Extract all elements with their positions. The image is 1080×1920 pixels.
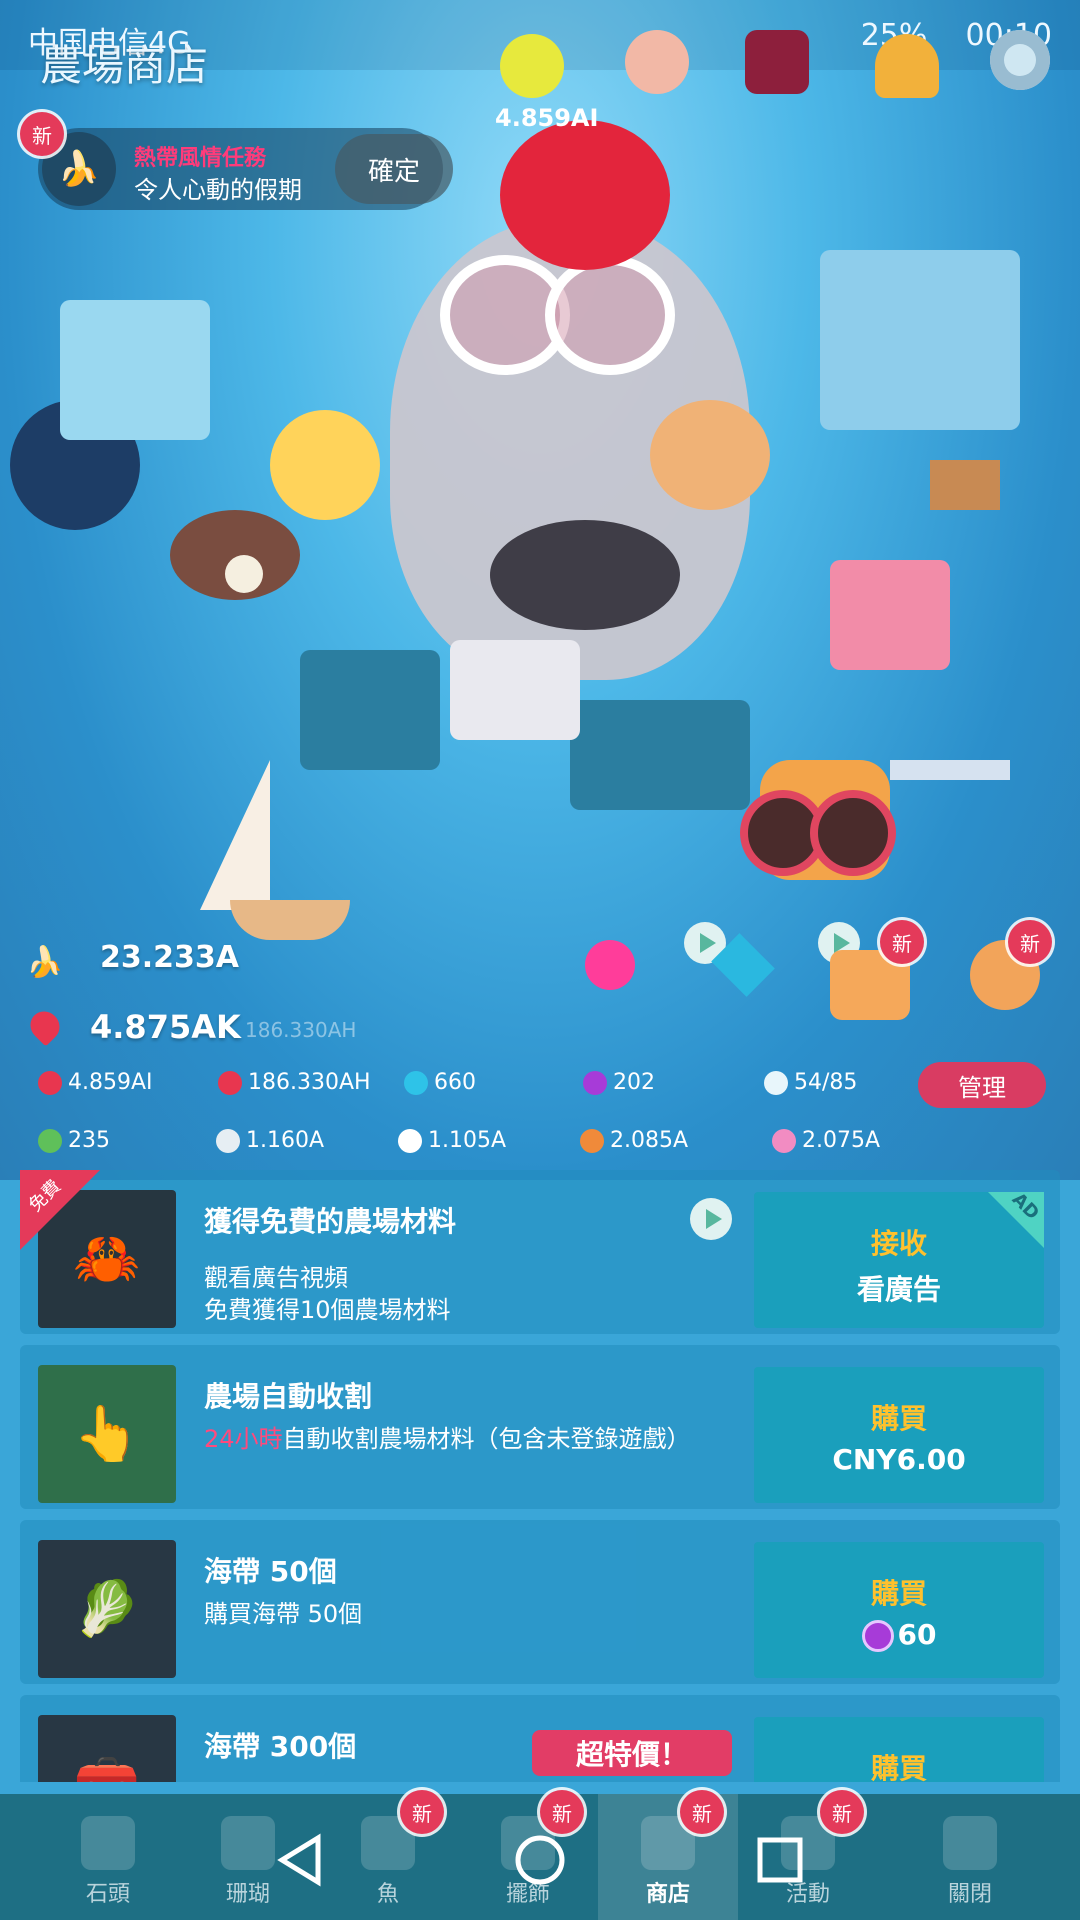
- heart-icon: [38, 1071, 62, 1095]
- coral-icon: [221, 1816, 275, 1870]
- flower-decoration: [270, 410, 380, 520]
- coral-decoration: [570, 700, 750, 810]
- gem-icon: [583, 1071, 607, 1095]
- item-desc: 觀看廣告視頻 免費獲得10個農場材料: [204, 1264, 451, 1324]
- special-price-badge: 超特價！: [532, 1730, 732, 1776]
- pier-decoration: [890, 760, 1010, 780]
- ukulele-decoration: [650, 400, 770, 510]
- seaweed-icon: [38, 1129, 62, 1153]
- shop-list[interactable]: 🦀 免費 獲得免費的農場材料 觀看廣告視頻 免費獲得10個農場材料 接收 看廣告…: [20, 1170, 1060, 1782]
- photo-frame-icon[interactable]: [745, 30, 809, 94]
- stat-urchin: 1.105A: [398, 1128, 506, 1153]
- stat-shell: 1.160A: [216, 1128, 324, 1153]
- sail-decoration: [200, 760, 270, 910]
- hut-decoration: [930, 460, 1000, 510]
- new-badge: 新: [400, 1790, 444, 1834]
- manage-button[interactable]: 管理: [918, 1062, 1046, 1108]
- back-icon[interactable]: [270, 1830, 330, 1890]
- banana-icon: 🍌: [26, 945, 64, 980]
- new-badge: 新: [1008, 920, 1052, 964]
- stat-crab: 2.085A: [580, 1128, 688, 1153]
- urchin-icon: [398, 1129, 422, 1153]
- diamond-icon: [404, 1071, 428, 1095]
- sunglasses-decoration: [545, 255, 675, 375]
- buy-button[interactable]: 購買 60: [754, 1542, 1044, 1678]
- stat-gems: 202: [583, 1070, 655, 1095]
- new-badge: 新: [540, 1790, 584, 1834]
- coral-decoration: [820, 250, 1020, 430]
- play-icon: [690, 1198, 732, 1240]
- new-badge: 新: [880, 920, 924, 964]
- coral-decoration: [60, 300, 210, 440]
- quest-title: 熱帶風情任務: [134, 146, 267, 171]
- shop-item-seaweed-50[interactable]: 🥬 海帶 50個 購買海帶 50個 購買 60: [20, 1520, 1060, 1684]
- stat-diamonds: 660: [404, 1070, 476, 1095]
- stat-hearts: 4.859AI: [38, 1070, 153, 1095]
- crab-icon: [580, 1129, 604, 1153]
- item-desc: 24小時自動收割農場材料（包含未登錄遊戲）: [204, 1425, 691, 1453]
- quest-banner[interactable]: 🍌 熱帶風情任務 令人心動的假期 確定: [38, 128, 453, 210]
- boat-decoration: [230, 900, 350, 940]
- heart-clock-icon: [218, 1071, 242, 1095]
- heart-rate: 186.330AH: [245, 1018, 357, 1042]
- coral-decoration: [300, 650, 440, 770]
- top-icon-bar: [500, 30, 1060, 100]
- auto-harvest-icon: 👆: [38, 1365, 176, 1503]
- sunglasses-decoration: [810, 790, 896, 876]
- friends-avatar-icon[interactable]: [625, 30, 689, 94]
- buy-button[interactable]: 購買 CNY6.00: [754, 1367, 1044, 1503]
- gem-icon: [861, 1620, 894, 1652]
- settings-gear-icon[interactable]: [990, 30, 1050, 90]
- item-name: 海帶 300個: [204, 1730, 357, 1763]
- new-badge: 新: [20, 112, 64, 156]
- treasure-chest-icon: 🧰: [38, 1715, 176, 1782]
- free-tag: [20, 1170, 100, 1250]
- quest-subtitle: 令人心動的假期: [134, 176, 302, 204]
- gamepad-icon[interactable]: [500, 34, 564, 98]
- shop-item-free[interactable]: 🦀 免費 獲得免費的農場材料 觀看廣告視頻 免費獲得10個農場材料 接收 看廣告…: [20, 1170, 1060, 1334]
- buy-button[interactable]: 購買: [754, 1717, 1044, 1782]
- tab-stone[interactable]: 石頭: [38, 1794, 178, 1920]
- item-name: 農場自動收割: [204, 1380, 373, 1413]
- stone-icon: [81, 1816, 135, 1870]
- tab-close[interactable]: 關閉: [900, 1794, 1040, 1920]
- shell-icon: [216, 1129, 240, 1153]
- banana-count: 23.233A: [100, 940, 239, 975]
- pink-orb-icon[interactable]: [585, 940, 635, 990]
- fish-icon: [764, 1071, 788, 1095]
- home-icon[interactable]: [510, 1830, 570, 1890]
- item-desc: 購買海帶 50個: [204, 1600, 363, 1628]
- page-title: 農場商店: [40, 41, 209, 90]
- item-name: 獲得免費的農場材料: [204, 1205, 457, 1238]
- seahorse-icon: [772, 1129, 796, 1153]
- recents-icon[interactable]: [750, 1830, 810, 1890]
- new-badge: 新: [680, 1790, 724, 1834]
- trophy-icon[interactable]: [875, 34, 939, 98]
- seaweed-bag-icon: 🥬: [38, 1540, 176, 1678]
- stat-seahorse: 2.075A: [772, 1128, 880, 1153]
- coral-decoration: [450, 640, 580, 740]
- new-badge: 新: [820, 1790, 864, 1834]
- stat-heart-clock: 186.330AH: [218, 1070, 371, 1095]
- rock-cave: [490, 520, 680, 630]
- coral-decoration: [830, 560, 950, 670]
- quest-confirm-button[interactable]: 確定: [335, 134, 453, 204]
- heart-icon: [24, 1005, 66, 1047]
- item-name: 海帶 50個: [204, 1555, 337, 1588]
- floating-value: 4.859AI: [495, 104, 599, 132]
- hibiscus-decoration: [500, 120, 670, 270]
- stat-seaweed: 235: [38, 1128, 110, 1153]
- shop-item-auto-harvest[interactable]: 👆 農場自動收割 24小時自動收割農場材料（包含未登錄遊戲） 購買 CNY6.0…: [20, 1345, 1060, 1509]
- close-icon: [943, 1816, 997, 1870]
- pearl-decoration: [225, 555, 263, 593]
- stat-fish: 54/85: [764, 1070, 857, 1095]
- heart-count: 4.875AK: [90, 1008, 241, 1046]
